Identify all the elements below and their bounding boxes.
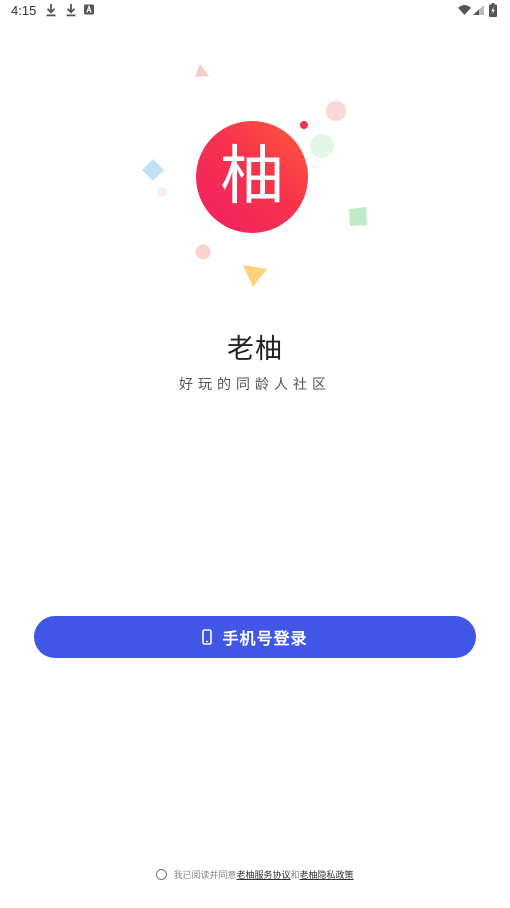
- decor-circle-pink: [326, 101, 346, 121]
- decor-square-green: [349, 207, 367, 226]
- agreement-row: 我已阅读并同意 老柚服务协议 和 老柚隐私政策: [0, 868, 510, 881]
- phone-icon: [202, 629, 213, 645]
- app-slogan: 好玩的同龄人社区: [179, 377, 331, 393]
- decor-circle-pink-small: [195, 244, 211, 260]
- agree-checkbox[interactable]: [156, 869, 168, 880]
- privacy-policy-link[interactable]: 老柚隐私政策: [300, 868, 354, 881]
- app-name: 老柚: [227, 334, 283, 365]
- app-logo: 柚: [196, 121, 308, 233]
- decor-circle-green: [310, 134, 334, 158]
- logo-area: 柚: [0, 0, 510, 300]
- agreement-joiner: 和: [290, 871, 300, 881]
- decor-triangle-pink: [195, 64, 209, 77]
- service-agreement-link[interactable]: 老柚服务协议: [236, 868, 290, 881]
- decor-dot-faint: [157, 187, 167, 197]
- agreement-prefix: 我已阅读并同意: [173, 871, 237, 881]
- decor-triangle-yellow: [243, 265, 267, 287]
- phone-login-button[interactable]: 手机号登录: [34, 616, 476, 658]
- logo-glyph: 柚: [220, 140, 284, 214]
- decor-diamond-blue: [142, 159, 164, 181]
- phone-login-label: 手机号登录: [222, 629, 308, 648]
- login-screen: 4:15 柚 老柚 好玩的同龄人社区 手机号登录 我已阅读并同意 老柚服务协议 …: [0, 0, 510, 908]
